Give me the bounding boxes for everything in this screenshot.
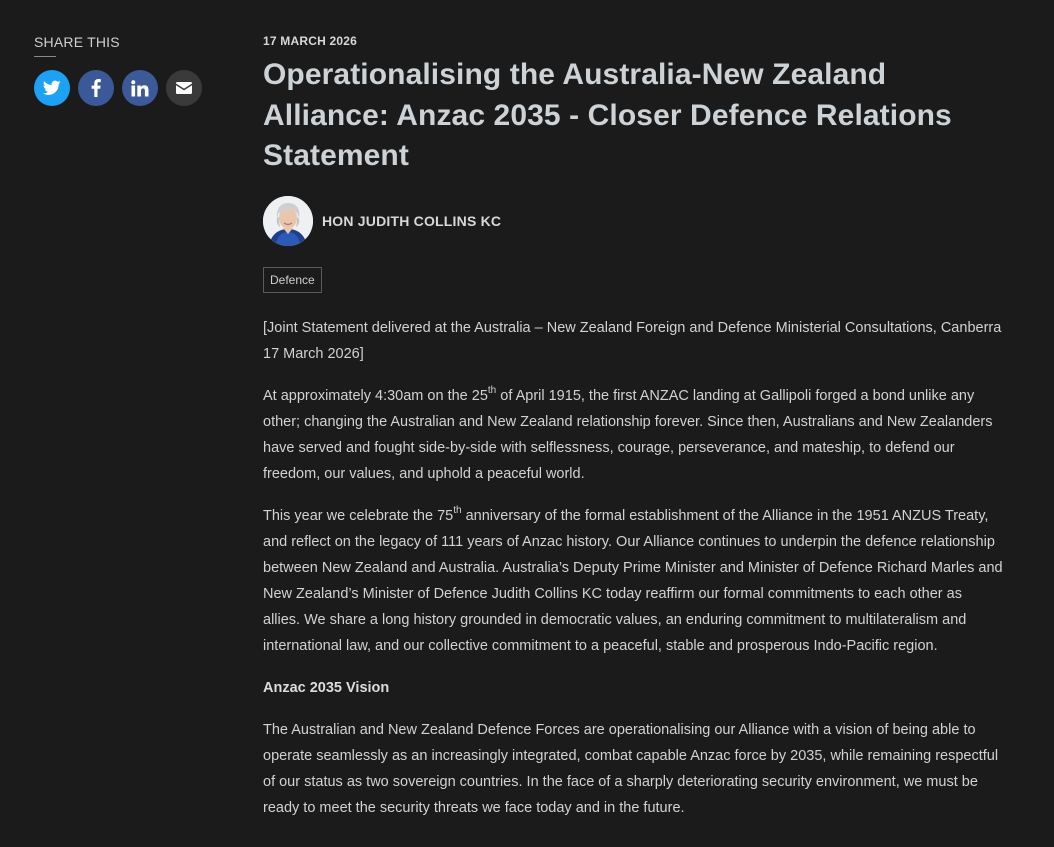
paragraph-text: At approximately 4:30am on the 25 [263,387,488,404]
email-share-button[interactable] [166,70,202,106]
article-date: 17 MARCH 2026 [263,34,357,48]
share-buttons [34,70,214,106]
section-heading: Anzac 2035 Vision [263,679,390,696]
superscript: th [487,384,497,396]
paragraph: This year we celebrate the 75th annivers… [263,503,1003,659]
linkedin-icon [131,79,149,96]
share-title: SHARE THIS [34,34,120,50]
author-portrait-image [263,195,313,246]
share-panel: SHARE THIS [34,34,214,106]
email-icon [176,82,192,94]
article: 17 MARCH 2026 Operationalising the Austr… [263,34,1003,837]
linkedin-share-button[interactable] [122,70,158,106]
superscript: th [453,504,462,516]
article-title: Operationalising the Australia-New Zeala… [263,58,952,172]
intro-paragraph: [Joint Statement delivered at the Austra… [263,319,1002,362]
facebook-icon [91,79,101,97]
twitter-share-button[interactable] [34,70,70,106]
paragraph-text: This year we celebrate the 75 [263,507,454,524]
share-divider [34,56,56,57]
tag-defence[interactable]: Defence [263,266,322,293]
facebook-share-button[interactable] [78,70,114,106]
author-name[interactable]: HON JUDITH COLLINS KC [322,213,501,229]
author-byline[interactable]: HON JUDITH COLLINS KC [263,195,1003,246]
paragraph: The Australian and New Zealand Defence F… [263,721,999,816]
paragraph-text: anniversary of the formal establishment … [263,507,1003,654]
author-avatar[interactable] [263,195,313,246]
article-body: [Joint Statement delivered at the Austra… [263,315,1003,821]
paragraph: At approximately 4:30am on the 25th of A… [263,383,1003,487]
twitter-icon [43,80,61,95]
